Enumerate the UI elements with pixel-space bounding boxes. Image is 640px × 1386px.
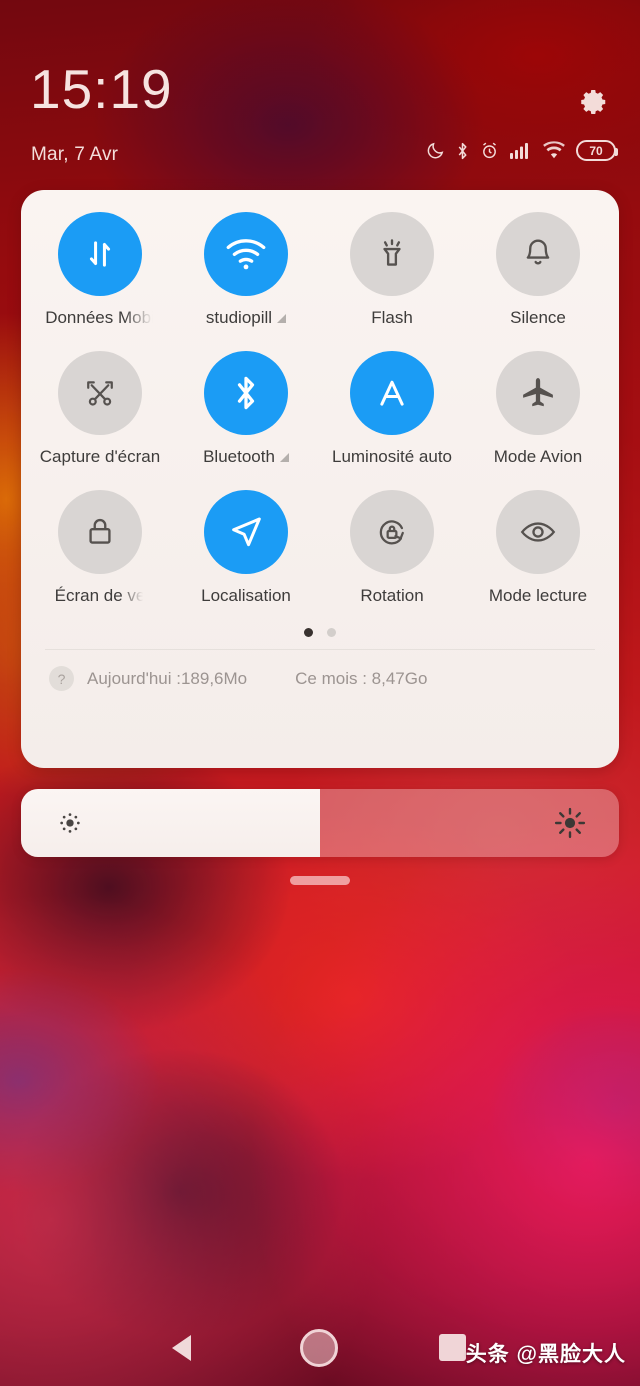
- lock-icon: [58, 490, 142, 574]
- quick-settings-panel: Données Mobi studiopill Flash Silence Ca…: [21, 190, 619, 768]
- watermark: 头条 @黑脸大人: [465, 1343, 626, 1366]
- tile-wifi[interactable]: studiopill: [173, 212, 319, 328]
- brightness-slider[interactable]: [21, 789, 619, 857]
- page-dot-2[interactable]: [327, 628, 336, 637]
- back-triangle-icon[interactable]: [172, 1335, 191, 1361]
- status-icons: 70: [426, 140, 618, 161]
- bluetooth-icon: [456, 141, 469, 161]
- tile-silence[interactable]: Silence: [465, 212, 611, 328]
- tile-reading-mode[interactable]: Mode lecture: [465, 490, 611, 606]
- page-indicator[interactable]: [21, 628, 619, 637]
- alarm-clock-icon: [480, 141, 499, 160]
- tile-label: Données Mobi: [45, 308, 155, 327]
- data-usage-month: Ce mois : 8,47Go: [295, 668, 428, 688]
- location-arrow-icon: [204, 490, 288, 574]
- tile-label: Rotation: [360, 586, 424, 605]
- tile-label: studiopill: [206, 308, 287, 328]
- bell-icon: [496, 212, 580, 296]
- tile-mobile-data[interactable]: Données Mobi: [27, 212, 173, 328]
- tile-airplane-mode[interactable]: Mode Avion: [465, 351, 611, 467]
- data-usage-today: Aujourd'hui :189,6Mo: [87, 668, 248, 688]
- home-circle-icon[interactable]: [300, 1329, 338, 1367]
- battery-level: 70: [589, 143, 603, 158]
- panel-drag-handle[interactable]: [290, 876, 350, 885]
- flashlight-icon: [350, 212, 434, 296]
- wifi-icon: [543, 141, 565, 160]
- tile-label: Bluetooth: [203, 447, 289, 467]
- settings-button[interactable]: [573, 83, 615, 125]
- tile-flashlight[interactable]: Flash: [319, 212, 465, 328]
- signal-bars-icon: [510, 141, 532, 160]
- bluetooth-icon: [204, 351, 288, 435]
- tile-label: Écran de ve: [54, 586, 146, 605]
- page-dot-1[interactable]: [304, 628, 313, 637]
- auto-brightness-a-icon: [350, 351, 434, 435]
- tile-screenshot[interactable]: Capture d'écran: [27, 351, 173, 467]
- tile-label: Luminosité auto: [331, 447, 453, 466]
- tile-auto-brightness[interactable]: Luminosité auto: [319, 351, 465, 467]
- mobile-data-icon: [58, 212, 142, 296]
- recents-square-icon[interactable]: [439, 1334, 466, 1361]
- tile-location[interactable]: Localisation: [173, 490, 319, 606]
- brightness-low-sun-icon: [57, 789, 83, 857]
- tile-bluetooth[interactable]: Bluetooth: [173, 351, 319, 467]
- gear-icon: [579, 87, 609, 122]
- data-usage-row[interactable]: ? Aujourd'hui :189,6Mo Ce mois : 8,47Go: [21, 650, 619, 691]
- tile-label: Mode lecture: [488, 586, 588, 605]
- brightness-high-sun-icon: [553, 789, 587, 857]
- eye-icon: [496, 490, 580, 574]
- rotation-lock-icon: [350, 490, 434, 574]
- tile-row: Capture d'écran Bluetooth Luminosité aut…: [27, 351, 613, 467]
- wifi-icon: [204, 212, 288, 296]
- tile-rotation-lock[interactable]: Rotation: [319, 490, 465, 606]
- airplane-icon: [496, 351, 580, 435]
- tile-row: Données Mobi studiopill Flash Silence: [27, 212, 613, 328]
- question-mark-icon[interactable]: ?: [49, 666, 74, 691]
- chevron-expand-icon[interactable]: [279, 452, 289, 462]
- do-not-disturb-moon-icon: [426, 141, 445, 160]
- tile-grid: Données Mobi studiopill Flash Silence Ca…: [21, 190, 619, 606]
- tile-screen-lock[interactable]: Écran de ve: [27, 490, 173, 606]
- tile-label: Localisation: [201, 586, 291, 605]
- tile-label: Flash: [371, 308, 413, 327]
- status-header: 15:19 Mar, 7 Avr 70: [0, 0, 640, 190]
- screenshot-scissors-icon: [58, 351, 142, 435]
- date-label: Mar, 7 Avr: [31, 144, 119, 165]
- navigation-bar: 头条 @黑脸大人: [0, 1308, 640, 1386]
- tile-label: Mode Avion: [493, 447, 583, 466]
- tile-row: Écran de ve Localisation Rotation Mode l…: [27, 490, 613, 606]
- chevron-expand-icon[interactable]: [277, 313, 287, 323]
- battery-icon: 70: [576, 140, 618, 161]
- tile-label: Silence: [510, 308, 566, 327]
- clock: 15:19: [30, 58, 173, 120]
- tile-label: Capture d'écran: [39, 447, 161, 466]
